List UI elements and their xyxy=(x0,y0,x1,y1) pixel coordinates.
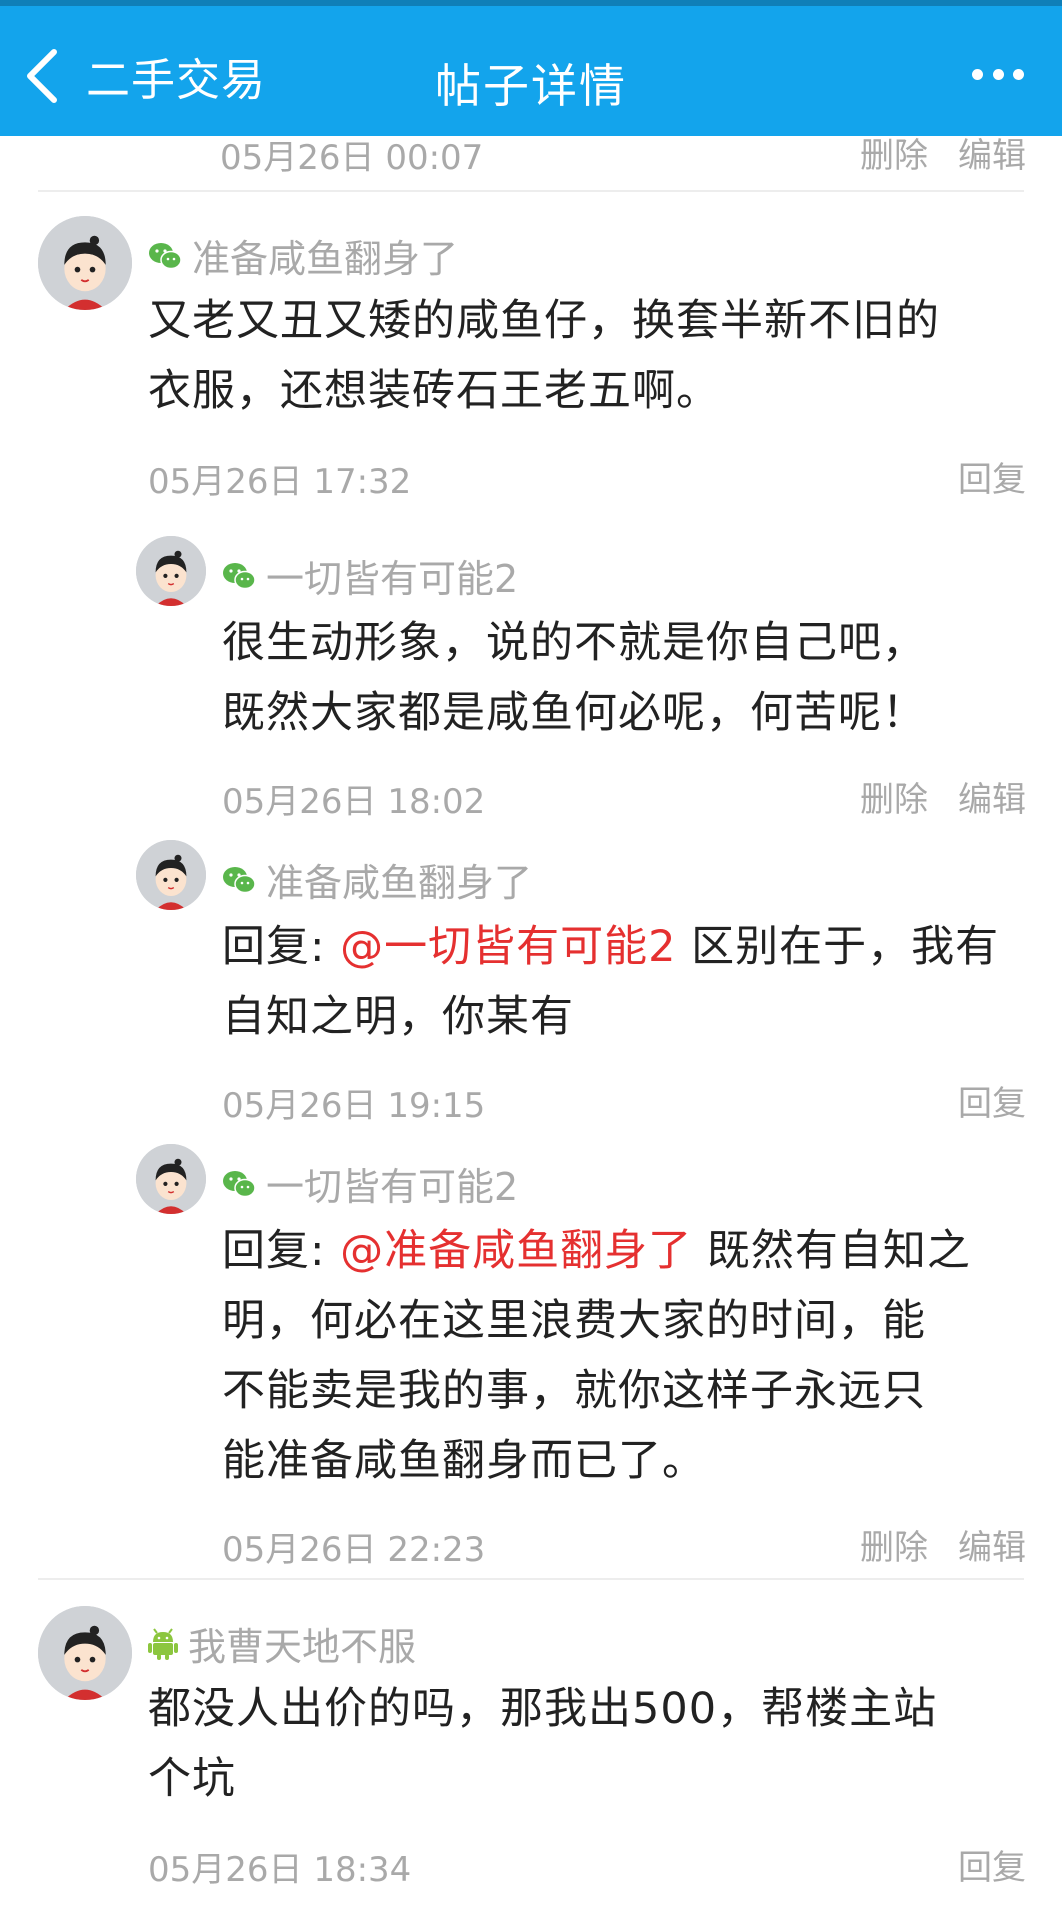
back-label: 二手交易 xyxy=(86,55,266,106)
reply-actions: 回复 xyxy=(928,1076,1026,1125)
reply-username[interactable]: 一切皆有可能2 xyxy=(222,548,518,603)
android-icon xyxy=(148,1627,178,1660)
comment-username[interactable]: 准备咸鱼翻身了 xyxy=(148,228,458,283)
edit-button[interactable]: 编辑 xyxy=(958,1528,1026,1568)
reply-line: 自知之明，你某有 xyxy=(222,992,574,1042)
comment-body: 都没人出价的吗，那我出500，帮楼主站 个坑 xyxy=(148,1674,937,1814)
reply-line: 回复: @准备咸鱼翻身了 既然有自知之 xyxy=(222,1216,971,1286)
reply-line: 回复: @一切皆有可能2 区别在于，我有 xyxy=(222,912,999,982)
reply-button[interactable]: 回复 xyxy=(958,1084,1026,1124)
comment-body: 又老又丑又矮的咸鱼仔，换套半新不旧的 衣服，还想装砖石王老五啊。 xyxy=(148,286,940,426)
post-time: 05月26日 00:07 xyxy=(220,138,484,178)
reply-line: 能准备咸鱼翻身而已了。 xyxy=(222,1436,706,1486)
avatar[interactable] xyxy=(38,1606,132,1700)
divider xyxy=(38,190,1024,192)
avatar[interactable] xyxy=(136,840,206,910)
reply-button[interactable]: 回复 xyxy=(958,1848,1026,1888)
avatar-face-icon xyxy=(38,1606,132,1700)
wechat-icon xyxy=(223,866,256,893)
reply-body: 很生动形象，说的不就是你自己吧， 既然大家都是咸鱼何必呢，何苦呢！ xyxy=(222,608,926,748)
avatar-face-icon xyxy=(136,1144,206,1214)
reply-username[interactable]: 一切皆有可能2 xyxy=(222,1156,518,1211)
more-dot-icon xyxy=(1013,68,1024,80)
delete-button[interactable]: 删除 xyxy=(860,780,928,820)
avatar[interactable] xyxy=(136,536,206,606)
avatar-face-icon xyxy=(136,840,206,910)
reply-text: 区别在于，我有 xyxy=(676,922,1000,972)
comment-actions: 回复 xyxy=(928,452,1026,501)
delete-button[interactable]: 删除 xyxy=(860,136,928,176)
reply-text: 既然有自知之 xyxy=(692,1226,971,1276)
avatar[interactable] xyxy=(38,216,132,310)
edit-button[interactable]: 编辑 xyxy=(958,780,1026,820)
reply-username[interactable]: 准备咸鱼翻身了 xyxy=(222,852,532,907)
divider xyxy=(38,1578,1024,1580)
comment-line: 都没人出价的吗，那我出500，帮楼主站 xyxy=(148,1684,938,1734)
comment-line: 个坑 xyxy=(148,1754,236,1804)
username-text: 一切皆有可能2 xyxy=(266,557,519,601)
reply-time: 05月26日 22:23 xyxy=(222,1530,486,1570)
reply-line: 既然大家都是咸鱼何必呢，何苦呢！ xyxy=(222,688,926,738)
reply-actions: 删除 编辑 xyxy=(830,772,1026,821)
post-actions: 删除 编辑 xyxy=(830,128,1026,177)
reply-line: 不能卖是我的事，就你这样子永远只 xyxy=(222,1366,926,1416)
reply-prefix: 回复: xyxy=(222,922,341,972)
reply-body: 回复: @一切皆有可能2 区别在于，我有 自知之明，你某有 xyxy=(222,912,999,1052)
reply-prefix: 回复: xyxy=(222,1226,341,1276)
reply-line: 很生动形象，说的不就是你自己吧， xyxy=(222,618,926,668)
more-options-button[interactable] xyxy=(972,64,1024,84)
delete-button[interactable]: 删除 xyxy=(860,1528,928,1568)
wechat-icon xyxy=(223,1170,256,1197)
avatar-face-icon xyxy=(38,216,132,310)
username-text: 准备咸鱼翻身了 xyxy=(192,237,459,281)
top-bar: 二手交易 帖子详情 xyxy=(0,0,1062,136)
comment-time: 05月26日 18:34 xyxy=(148,1850,412,1890)
more-dot-icon xyxy=(972,68,983,80)
wechat-icon xyxy=(223,562,256,589)
more-dot-icon xyxy=(992,68,1004,80)
comment-line: 又老又丑又矮的咸鱼仔，换套半新不旧的 xyxy=(148,296,940,346)
chevron-left-icon xyxy=(27,49,57,103)
back-button[interactable]: 二手交易 xyxy=(24,36,266,116)
reply-line: 明，何必在这里浪费大家的时间，能 xyxy=(222,1296,926,1346)
reply-actions: 删除 编辑 xyxy=(830,1520,1026,1569)
avatar[interactable] xyxy=(136,1144,206,1214)
reply-button[interactable]: 回复 xyxy=(958,460,1026,500)
avatar-face-icon xyxy=(136,536,206,606)
username-text: 准备咸鱼翻身了 xyxy=(266,861,533,905)
username-text: 我曹天地不服 xyxy=(188,1625,417,1669)
username-text: 一切皆有可能2 xyxy=(266,1165,519,1209)
reply-time: 05月26日 19:15 xyxy=(222,1086,486,1126)
comment-username[interactable]: 我曹天地不服 xyxy=(148,1616,416,1671)
wechat-icon xyxy=(149,242,182,269)
edit-button[interactable]: 编辑 xyxy=(958,136,1026,176)
mention-link[interactable]: @准备咸鱼翻身了 xyxy=(340,1226,692,1276)
comment-time: 05月26日 17:32 xyxy=(148,462,412,502)
reply-time: 05月26日 18:02 xyxy=(222,782,486,822)
mention-link[interactable]: @一切皆有可能2 xyxy=(340,922,676,972)
comment-actions: 回复 xyxy=(928,1840,1026,1889)
reply-body: 回复: @准备咸鱼翻身了 既然有自知之 明，何必在这里浪费大家的时间，能 不能卖… xyxy=(222,1216,971,1496)
comment-line: 衣服，还想装砖石王老五啊。 xyxy=(148,366,720,416)
